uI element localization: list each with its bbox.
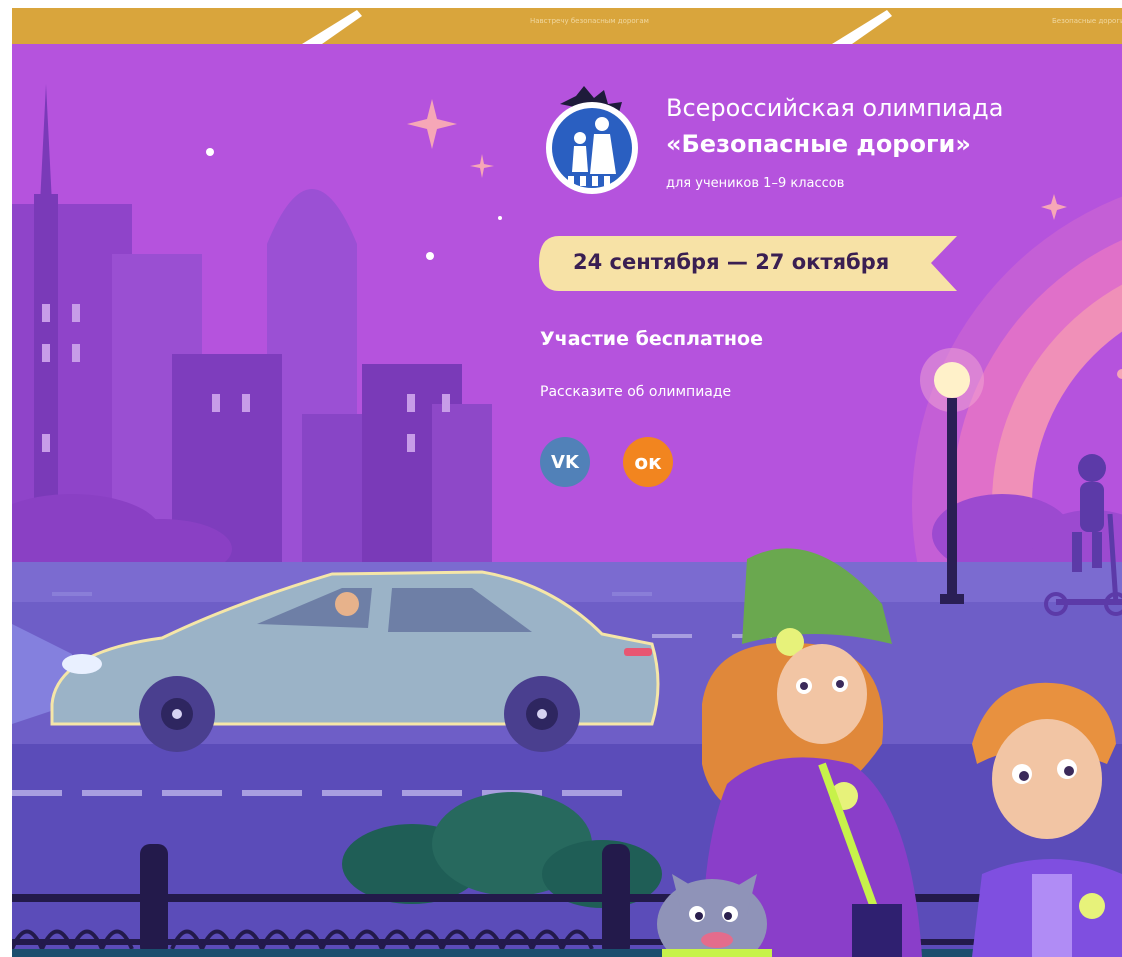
strip-caption-2: Безопасные дороги [1052, 17, 1122, 25]
olympiad-logo-icon [546, 86, 638, 194]
ok-icon: ок [634, 450, 662, 474]
olympiad-title-line1: Всероссийская олимпиада [666, 94, 1004, 122]
vk-share-button[interactable]: VK [540, 437, 590, 487]
top-banner-strip: Навстречу безопасным дорогам Безопасные … [12, 8, 1122, 44]
olympiad-subtitle: для учеников 1–9 классов [666, 176, 845, 191]
vk-icon: VK [551, 451, 579, 473]
strip-decor [302, 10, 892, 44]
strip-caption-1: Навстречу безопасным дорогам [530, 17, 649, 25]
olympiad-title-line2: «Безопасные дороги» [666, 130, 971, 158]
date-range-text: 24 сентября — 27 октября [573, 250, 890, 274]
page-frame: Навстречу безопасным дорогам Безопасные … [12, 0, 1122, 957]
free-participation-label: Участие бесплатное [540, 328, 763, 350]
share-prompt-label: Рассказите об олимпиаде [540, 384, 732, 400]
ok-share-button[interactable]: ок [623, 437, 673, 487]
date-ribbon: 24 сентября — 27 октября [539, 236, 957, 291]
